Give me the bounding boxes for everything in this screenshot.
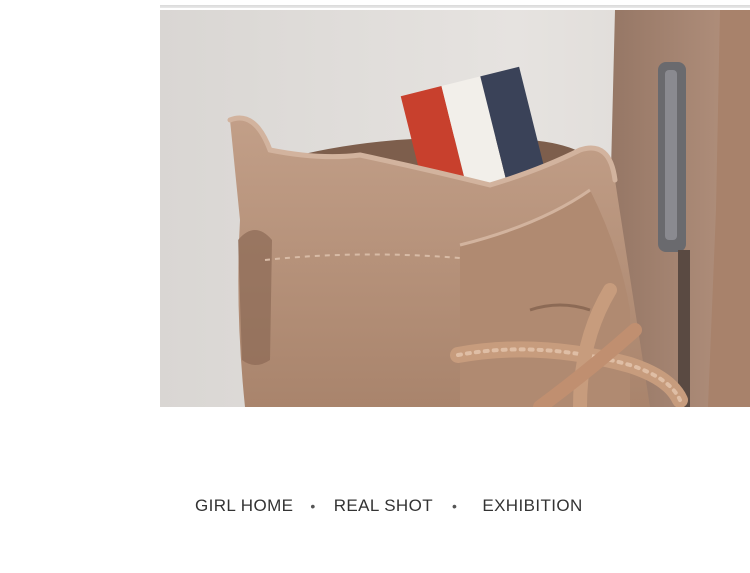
caption-exhibition: EXHIBITION [482,496,583,515]
caption-separator: • [452,498,458,514]
caption-girl-home: GIRL HOME [195,496,294,515]
caption-separator: • [310,498,316,514]
top-divider [160,0,750,8]
photo-caption: GIRL HOME • REAL SHOT • EXHIBITION [160,494,600,518]
product-photo [160,10,750,407]
caption-real-shot: REAL SHOT [333,496,434,515]
